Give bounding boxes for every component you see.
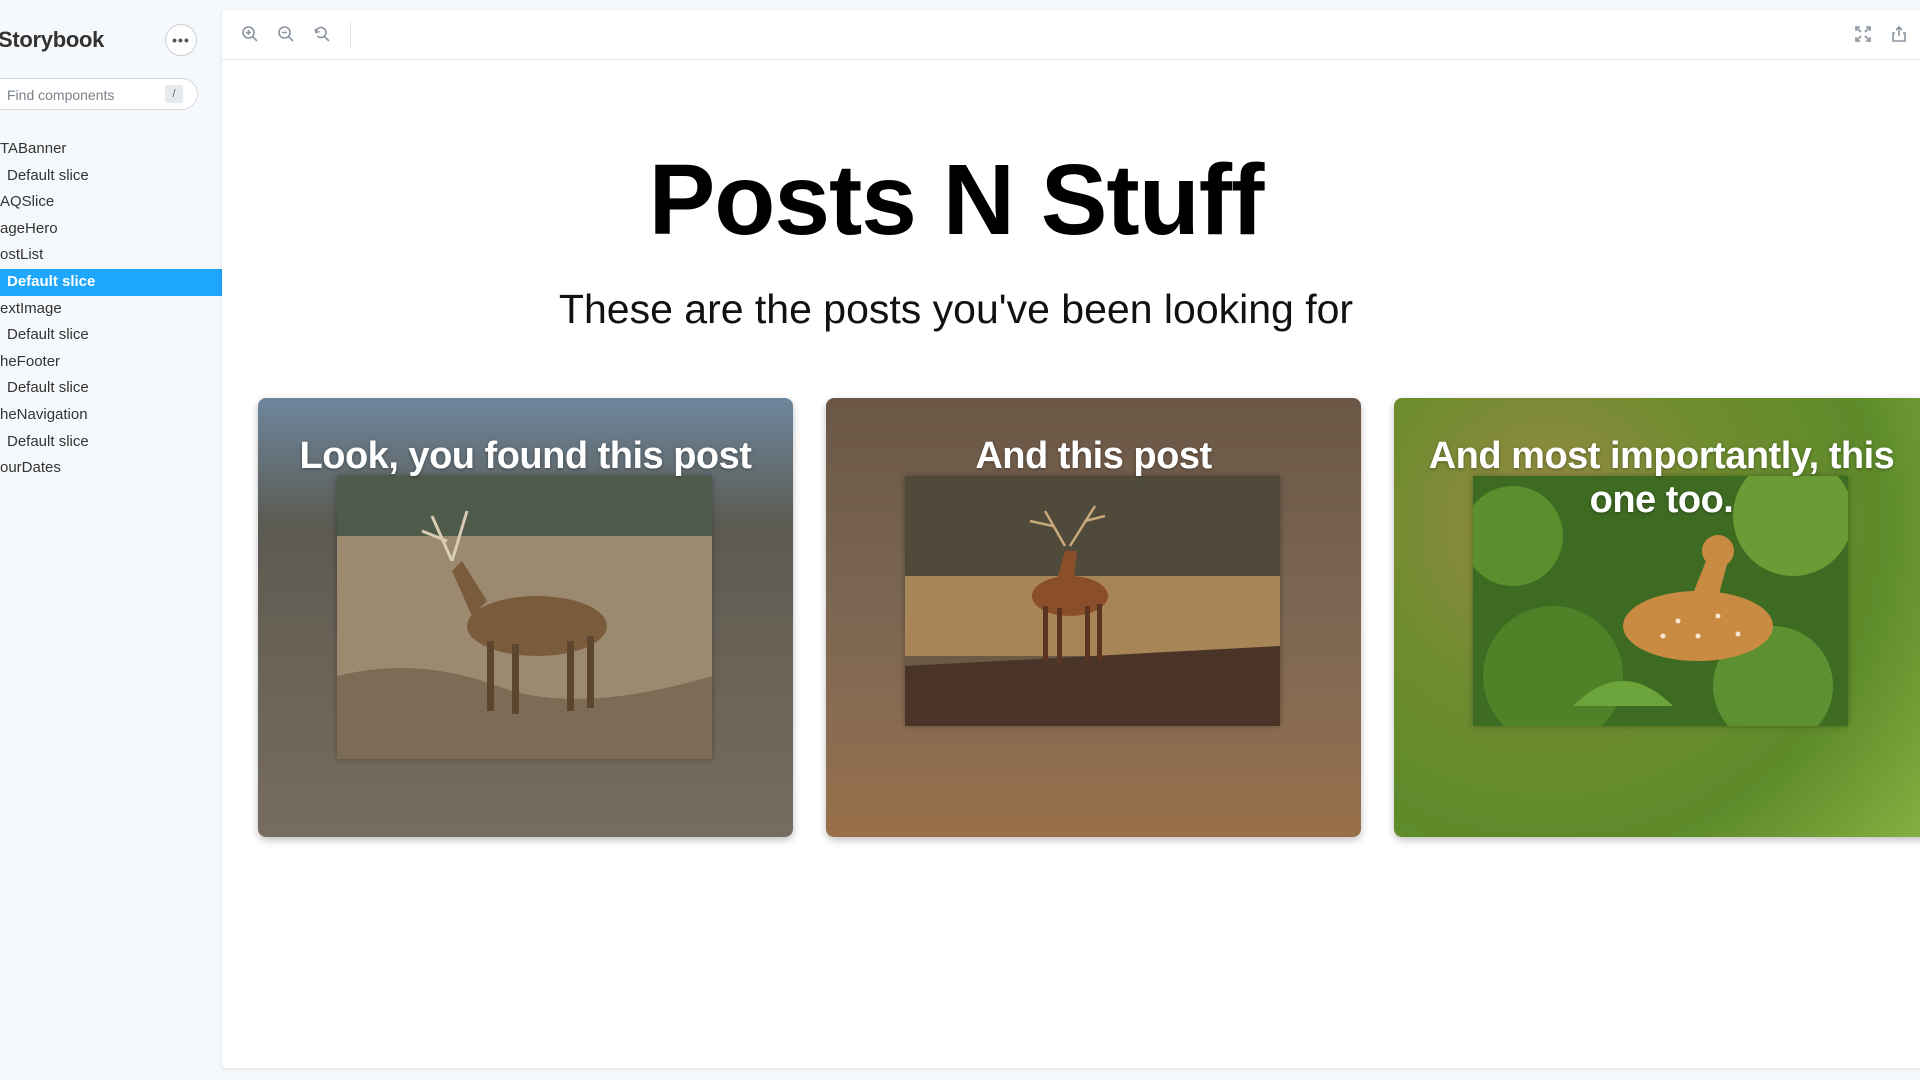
- sidebar-item-story[interactable]: Default slice: [0, 375, 222, 402]
- page-title: Posts N Stuff: [648, 144, 1265, 256]
- sidebar-item-component[interactable]: extImage: [0, 296, 222, 323]
- storybook-brand[interactable]: Storybook: [0, 27, 104, 53]
- zoom-out-icon[interactable]: [275, 23, 297, 45]
- page-subtitle: These are the posts you've been looking …: [558, 286, 1354, 332]
- sidebar-item-story[interactable]: Default slice: [0, 429, 222, 456]
- preview-frame: Posts N Stuff These are the posts you've…: [222, 10, 1920, 1068]
- sidebar: Storybook ••• / TABanner Default slice A…: [0, 0, 222, 1080]
- share-icon[interactable]: [1888, 23, 1910, 45]
- component-tree: TABanner Default slice AQSlice ageHero o…: [0, 136, 222, 482]
- search-input[interactable]: [5, 86, 159, 104]
- zoom-in-icon[interactable]: [239, 23, 261, 45]
- sidebar-item-component[interactable]: ostList: [0, 242, 222, 269]
- post-card[interactable]: And this post: [826, 398, 1361, 837]
- toolbar-divider: [350, 22, 351, 48]
- sidebar-item-component[interactable]: heFooter: [0, 349, 222, 376]
- card-image: [337, 476, 712, 759]
- more-icon: •••: [172, 32, 190, 48]
- fullscreen-icon[interactable]: [1852, 23, 1874, 45]
- post-card[interactable]: And most importantly, this one too.: [1394, 398, 1920, 837]
- sidebar-item-component[interactable]: ourDates: [0, 455, 222, 482]
- card-image: [905, 476, 1280, 726]
- card-title: And this post: [975, 435, 1212, 477]
- sidebar-item-component[interactable]: AQSlice: [0, 189, 222, 216]
- sidebar-item-story[interactable]: Default slice: [0, 322, 222, 349]
- sidebar-item-story-selected[interactable]: Default slice: [0, 268, 222, 296]
- zoom-reset-icon[interactable]: [311, 23, 333, 45]
- search-shortcut-key: /: [165, 85, 183, 103]
- search-box: /: [0, 78, 198, 110]
- preview-toolbar: [222, 10, 1920, 60]
- post-card[interactable]: Look, you found this post: [258, 398, 793, 837]
- sidebar-item-component[interactable]: TABanner: [0, 136, 222, 163]
- menu-button[interactable]: •••: [165, 24, 197, 56]
- sidebar-item-component[interactable]: ageHero: [0, 216, 222, 243]
- card-title: Look, you found this post: [299, 435, 752, 477]
- sidebar-item-story[interactable]: Default slice: [0, 163, 222, 190]
- card-title: And most importantly, this one too.: [1428, 435, 1895, 521]
- sidebar-item-component[interactable]: heNavigation: [0, 402, 222, 429]
